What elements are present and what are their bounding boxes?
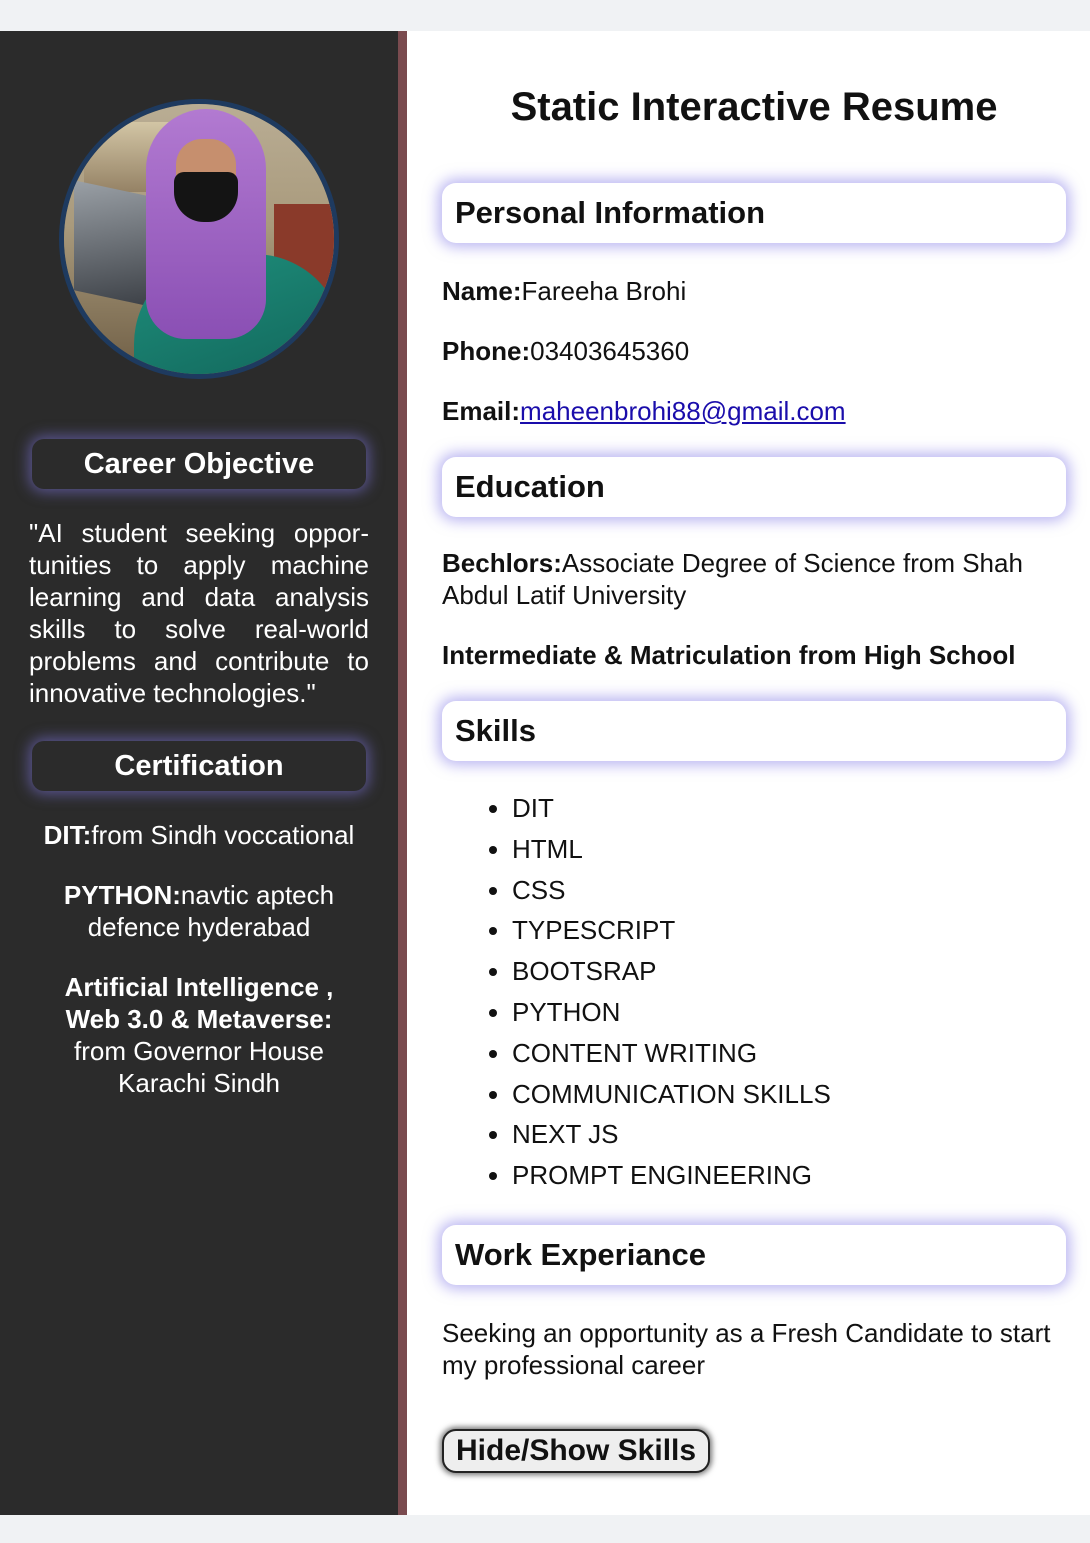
skill-item: CONTENT WRITING: [512, 1033, 1066, 1074]
resume-page: Career Objective "AI student seeking opp…: [0, 31, 1090, 1515]
skill-item: BOOTSRAP: [512, 951, 1066, 992]
skills-heading: Skills: [442, 701, 1066, 761]
education-heading: Education: [442, 457, 1066, 517]
email-link[interactable]: maheenbrohi88@gmail.com: [520, 396, 846, 426]
email-label: Email:: [442, 396, 521, 426]
skill-item: DIT: [512, 788, 1066, 829]
skill-item: NEXT JS: [512, 1114, 1066, 1155]
work-experience-text: Seeking an opportunity as a Fresh Candid…: [442, 1317, 1051, 1380]
name-value: Fareeha Brohi: [521, 276, 687, 306]
skill-item: TYPESCRIPT: [512, 910, 1066, 951]
personal-info-heading: Personal Information: [442, 183, 1066, 243]
skill-item: PROMPT ENGINEERING: [512, 1155, 1066, 1196]
skill-item: COMMUNICATION SKILLS: [512, 1074, 1066, 1115]
email-line: Email:maheenbrohi88@gmail.com: [442, 395, 1066, 427]
name-line: Name:Fareeha Brohi: [442, 275, 1066, 307]
bachelors-line: Bechlors:Associate Degree of Science fro…: [442, 547, 1066, 611]
certification-label: Artificial Intelligence , Web 3.0 & Meta…: [64, 972, 334, 1034]
main-content: Static Interactive Resume Personal Infor…: [407, 31, 1090, 1515]
name-label: Name:: [442, 276, 522, 306]
skill-item: HTML: [512, 829, 1066, 870]
certification-label: PYTHON:: [63, 880, 181, 910]
phone-label: Phone:: [442, 336, 531, 366]
skills-list: DIT HTML CSS TYPESCRIPT BOOTSRAP PYTHON …: [442, 788, 1066, 1196]
certification-heading: Certification: [32, 741, 366, 791]
intermediate-line: Intermediate & Matriculation from High S…: [442, 640, 1016, 670]
phone-line: Phone:03403645360: [442, 335, 1066, 367]
certification-text: from Sindh voccational: [91, 820, 355, 850]
sidebar: Career Objective "AI student seeking opp…: [0, 31, 398, 1515]
phone-value: 03403645360: [530, 336, 690, 366]
certification-text: from Governor House Karachi Sindh: [74, 1036, 324, 1098]
bachelors-label: Bechlors:: [442, 548, 562, 578]
page-title: Static Interactive Resume: [510, 85, 998, 129]
sidebar-divider: [398, 31, 407, 1515]
toggle-skills-button[interactable]: Hide/Show Skills: [442, 1428, 711, 1473]
certification-item: Artificial Intelligence , Web 3.0 & Meta…: [29, 971, 369, 1099]
skill-item: CSS: [512, 870, 1066, 911]
career-objective-text: "AI student seeking oppor-tunities to ap…: [29, 518, 369, 708]
certification-label: DIT:: [43, 820, 92, 850]
work-experience-heading: Work Experiance: [442, 1224, 1066, 1285]
certification-item: DIT:from Sindh voccational: [29, 819, 369, 851]
career-objective-heading: Career Objective: [32, 439, 366, 489]
skill-item: PYTHON: [512, 992, 1066, 1033]
certification-item: PYTHON:navtic aptech defence hyderabad: [29, 879, 369, 943]
profile-photo: [59, 99, 339, 379]
